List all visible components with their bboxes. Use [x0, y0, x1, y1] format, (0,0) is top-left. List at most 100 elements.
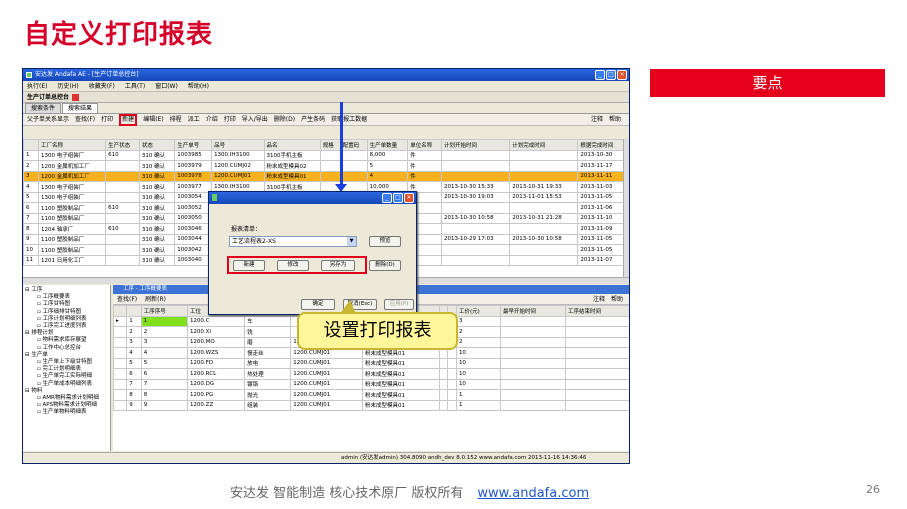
toolbar-dispatch[interactable]: 派工	[188, 114, 200, 126]
footer-text: 安达发 智能制造 核心技术原厂 版权所有	[230, 486, 464, 501]
column-header[interactable]: 最早开始时间	[500, 305, 566, 317]
table-cell: 粉末成型模具02	[263, 160, 321, 172]
ok-button[interactable]: 确定	[301, 299, 335, 310]
column-header[interactable]: 单位名称	[407, 139, 443, 151]
orders-vscroll[interactable]	[623, 139, 629, 279]
lower-notes[interactable]: 注释	[593, 294, 605, 305]
table-cell	[500, 368, 566, 380]
edit-report-button[interactable]: 修改	[277, 260, 309, 271]
toolbar-edit[interactable]: 编辑(E)	[143, 114, 163, 126]
lower-refresh-button[interactable]: 刷新(R)	[145, 294, 166, 304]
footer-link[interactable]: www.andafa.com	[477, 486, 589, 501]
table-row[interactable]: 6 6 1200.RCL 热处理 1200.CUMJ01 粉末成型模具01 10	[112, 368, 629, 380]
minimize-icon[interactable]: _	[595, 70, 605, 80]
tree-item[interactable]: ▫ 工序计划明细列表	[23, 316, 110, 323]
table-cell: 2013-11-05	[577, 244, 626, 256]
toolbar-new-button[interactable]: 新建	[119, 113, 138, 126]
table-cell	[564, 357, 629, 369]
table-row[interactable]: 8 8 1200.PG 抛光 1200.CUMJ01 粉末成型模具01 1	[112, 389, 629, 401]
column-header[interactable]: 工序结束时间	[564, 305, 629, 317]
column-header[interactable]: 生产单号	[174, 139, 213, 151]
table-cell	[105, 191, 140, 203]
tree-item[interactable]: ▫ 生产单完工实际明细	[23, 373, 110, 380]
tree-item[interactable]: ▫ 工序细排甘特图	[23, 309, 110, 316]
report-select[interactable]: 工艺流程表2-XS ▼	[229, 236, 357, 247]
column-header[interactable]: 工价(元)	[455, 305, 502, 317]
toolbar-notes[interactable]: 注释	[591, 114, 603, 126]
column-header[interactable]: 根据完成时间	[577, 139, 626, 151]
column-header[interactable]: 品名	[263, 139, 321, 151]
lower-find-button[interactable]: 查找(F)	[117, 294, 137, 304]
column-header[interactable]: 配置码	[339, 139, 368, 151]
toolbar-print2[interactable]: 打印	[224, 114, 236, 126]
toolbar-print[interactable]: 打印	[101, 114, 113, 126]
toolbar-intro[interactable]: 介绍	[206, 114, 218, 126]
table-cell	[319, 149, 341, 161]
toolbar-import-export[interactable]: 导入/导出	[242, 114, 268, 126]
table-cell	[564, 399, 629, 411]
table-cell: 1300.IH3100	[211, 149, 265, 161]
toolbar-delete[interactable]: 删除(D)	[274, 114, 295, 126]
tab-search-results[interactable]: 搜索结果	[62, 103, 99, 113]
tree-item[interactable]: ▫ 工序甘特图	[23, 301, 110, 308]
preview-button[interactable]: 预览	[369, 236, 401, 247]
new-report-button[interactable]: 新建	[233, 260, 265, 271]
toolbar-parent-child[interactable]: 父子单关系显示	[27, 114, 69, 126]
table-cell: 1100 塑胶制品厂	[37, 233, 107, 245]
apply-button[interactable]: 应用(P)	[384, 299, 414, 310]
table-row[interactable]: 1 1300 电子组装厂 610 310 确认 1003985 1300.IH3100 31…	[23, 149, 626, 161]
tree-item[interactable]: ▫ 工作中心总控台	[23, 345, 110, 352]
column-header[interactable]	[112, 305, 128, 317]
table-cell: 3	[23, 170, 39, 182]
column-header[interactable]: 工厂名称	[37, 139, 107, 151]
menu-help[interactable]: 帮助(H)	[188, 81, 209, 91]
table-row[interactable]: 3 1200 金属机加工厂 310 确认 1003978 1200.CUMJ01 粉末成型…	[23, 170, 626, 182]
column-header[interactable]	[126, 305, 142, 317]
column-header[interactable]: 计划完成时间	[509, 139, 579, 151]
table-row[interactable]: 2 1200 金属机加工厂 310 确认 1003979 1200.CUMJ02 粉末成型…	[23, 160, 626, 172]
dialog-minimize-icon[interactable]: _	[382, 193, 392, 203]
column-header[interactable]: 生产状态	[105, 139, 140, 151]
column-header[interactable]: 品号	[211, 139, 265, 151]
table-cell: 1200.CUMJ01	[290, 378, 363, 390]
toolbar-fetch-report[interactable]: 获取报工数据	[331, 114, 367, 126]
tree-item[interactable]: ▫ 生产单成本明细列表	[23, 381, 110, 388]
column-header[interactable]: 工序序号	[140, 305, 188, 317]
column-header[interactable]: 生产单数量	[366, 139, 409, 151]
tab-search-conditions[interactable]: 搜索条件	[25, 103, 62, 113]
menu-tools[interactable]: 工具(T)	[125, 81, 145, 91]
table-cell	[509, 223, 579, 235]
menu-window[interactable]: 窗口(W)	[155, 81, 178, 91]
table-row[interactable]: 7 7 1200.DG 镀铬 1200.CUMJ01 粉末成型模具01 10	[112, 378, 629, 390]
menu-execute[interactable]: 执行(E)	[27, 81, 47, 91]
table-cell: 1	[455, 389, 502, 401]
tree-item[interactable]: ▫ 物料需求库存展望	[23, 337, 110, 344]
table-row[interactable]: 9 9 1200.ZZ 组装 1200.CUMJ01 粉末成型模具01 1	[112, 399, 629, 411]
toolbar-barcode[interactable]: 产生条码	[301, 114, 325, 126]
column-header[interactable]: 状态	[138, 139, 176, 151]
column-header[interactable]: 规格	[319, 139, 341, 151]
tree-group[interactable]: ⊟ 物料	[23, 388, 110, 395]
tree-group[interactable]: ⊟ 生产单	[23, 352, 110, 359]
doc-tab[interactable]: 生产订单总控台	[23, 92, 629, 103]
delete-report-button[interactable]: 删除(D)	[369, 260, 401, 271]
toolbar-help[interactable]: 帮助	[609, 114, 621, 126]
chevron-down-icon[interactable]: ▼	[347, 237, 356, 246]
table-row[interactable]: 5 5 1200.FD 放电 1200.CUMJ01 粉末成型模具01 10	[112, 357, 629, 369]
lower-help[interactable]: 帮助	[611, 294, 623, 305]
toolbar-find[interactable]: 查找(F)	[75, 114, 95, 126]
menu-history[interactable]: 历史(H)	[57, 81, 78, 91]
column-header[interactable]	[23, 139, 39, 151]
close-icon[interactable]: ×	[617, 70, 627, 80]
toolbar-schedule[interactable]: 排程	[170, 114, 182, 126]
tree-label: 工作中心总控台	[42, 344, 81, 351]
save-as-button[interactable]: 另存为	[321, 260, 355, 271]
close-tab-icon[interactable]	[72, 94, 80, 101]
tree-item[interactable]: ▫ 生产单物料明细表	[23, 409, 110, 416]
maximize-icon[interactable]: □	[606, 70, 616, 80]
table-cell: 3	[455, 315, 502, 327]
dialog-maximize-icon[interactable]: □	[393, 193, 403, 203]
column-header[interactable]: 计划开始时间	[441, 139, 511, 151]
dialog-close-icon[interactable]: ×	[404, 193, 414, 203]
menu-favorites[interactable]: 收藏夹(F)	[89, 81, 115, 91]
